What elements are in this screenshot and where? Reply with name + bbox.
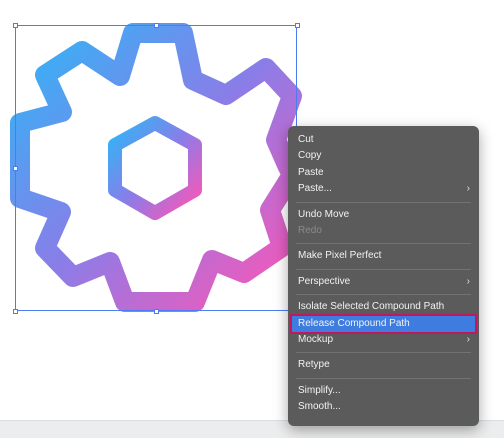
menu-item-make-pixel-perfect[interactable]: Make Pixel Perfect: [288, 248, 479, 264]
chevron-right-icon: ›: [466, 183, 470, 195]
resize-handle-top-left[interactable]: [13, 23, 18, 28]
menu-item-mockup[interactable]: Mockup ›: [288, 332, 479, 348]
menu-item-cut[interactable]: Cut: [288, 132, 479, 148]
menu-item-perspective[interactable]: Perspective ›: [288, 274, 479, 290]
context-menu: Cut Copy Paste Paste... › Undo Move Redo…: [288, 126, 479, 426]
menu-item-label: Mockup: [298, 333, 334, 345]
gear-outer-path[interactable]: [10, 23, 302, 312]
menu-separator: [296, 243, 471, 245]
gear-inner-hexagon[interactable]: [108, 116, 202, 220]
chevron-right-icon: ›: [466, 333, 470, 345]
resize-handle-middle-left[interactable]: [13, 166, 18, 171]
menu-item-simplify[interactable]: Simplify...: [288, 383, 479, 399]
menu-item-undo-move[interactable]: Undo Move: [288, 207, 479, 223]
gear-icon[interactable]: [10, 23, 302, 312]
chevron-right-icon: ›: [466, 275, 470, 287]
menu-item-redo: Redo: [298, 224, 322, 236]
menu-item-paste-submenu[interactable]: Paste... ›: [288, 181, 479, 197]
menu-separator: [296, 352, 471, 354]
menu-separator: [296, 268, 471, 270]
resize-handle-bottom-center[interactable]: [154, 309, 159, 314]
menu-separator: [296, 294, 471, 296]
menu-separator: [296, 201, 471, 203]
menu-separator: [296, 377, 471, 379]
menu-item-isolate-selected-compound-path[interactable]: Isolate Selected Compound Path: [288, 299, 479, 315]
menu-item-paste[interactable]: Paste: [288, 165, 479, 181]
menu-item-label: Perspective: [298, 275, 351, 287]
resize-handle-top-right[interactable]: [295, 23, 300, 28]
menu-item-retype[interactable]: Retype: [288, 357, 479, 373]
menu-item-label: Paste...: [298, 183, 332, 195]
menu-item-smooth[interactable]: Smooth...: [288, 399, 479, 415]
resize-handle-bottom-left[interactable]: [13, 309, 18, 314]
menu-item-release-compound-path[interactable]: Release Compound Path: [290, 313, 477, 334]
resize-handle-top-center[interactable]: [154, 23, 159, 28]
menu-item-copy[interactable]: Copy: [288, 148, 479, 164]
